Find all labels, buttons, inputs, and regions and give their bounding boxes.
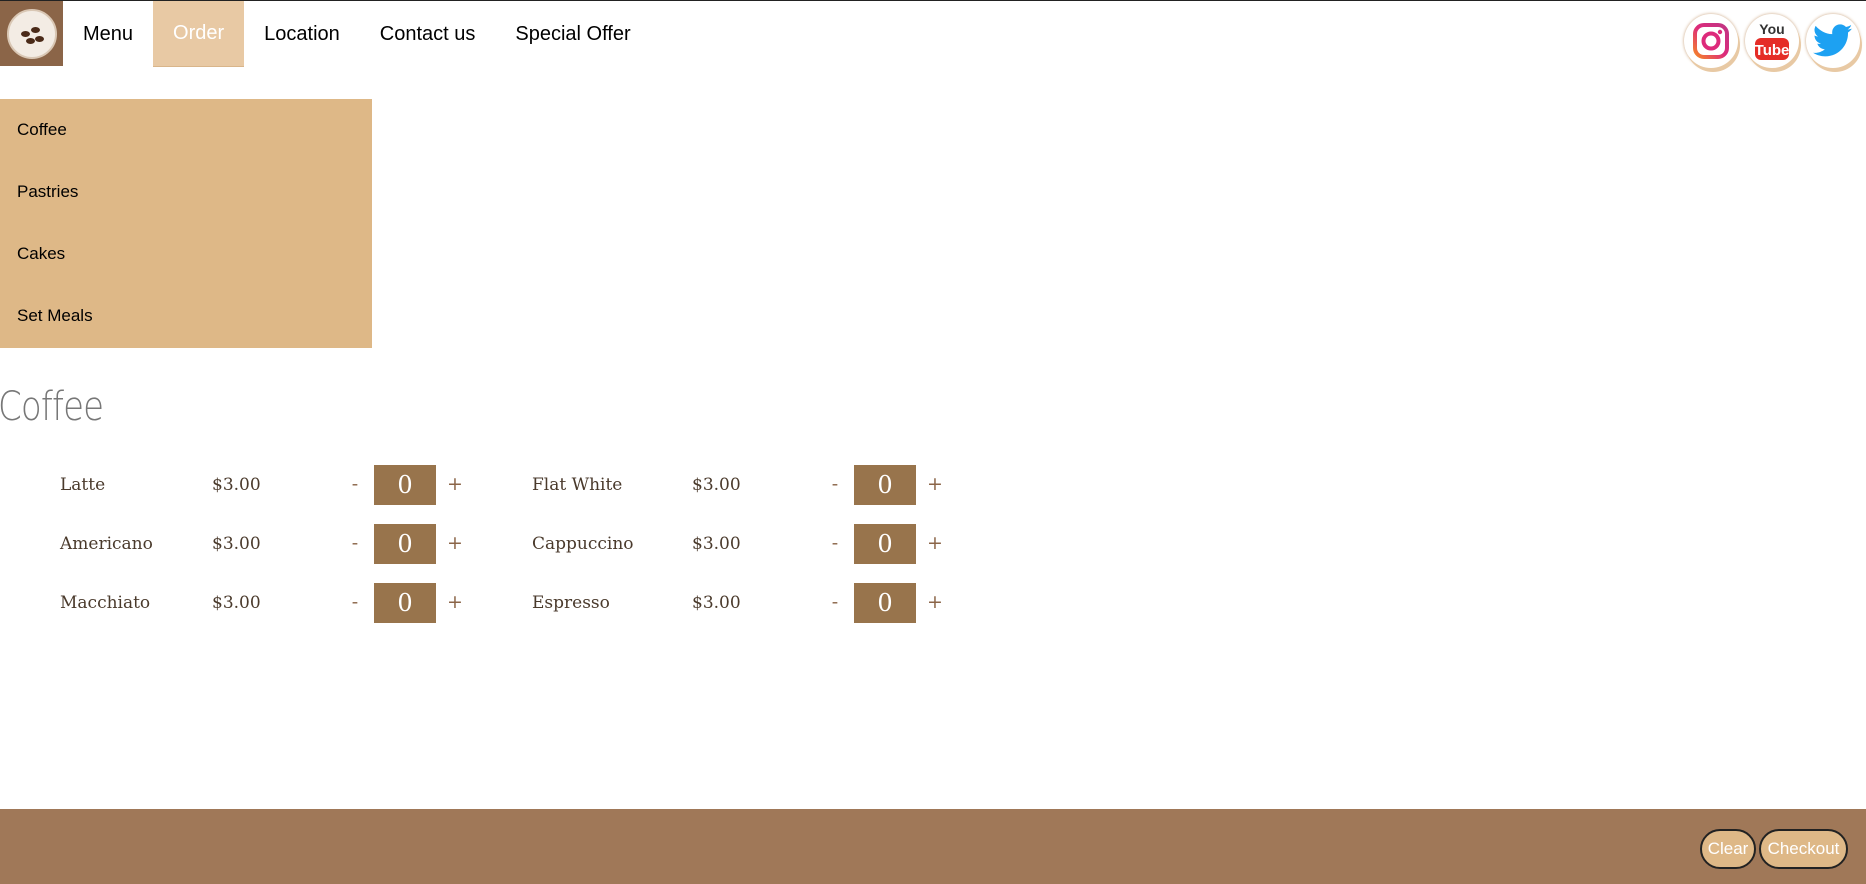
footer-bar: Clear Checkout xyxy=(0,809,1866,884)
quantity-field[interactable]: 0 xyxy=(374,583,436,623)
nav-contact-us[interactable]: Contact us xyxy=(360,1,496,67)
svg-text:You: You xyxy=(1759,21,1784,37)
category-pastries[interactable]: Pastries xyxy=(0,161,372,223)
coffee-beans-icon xyxy=(6,8,57,59)
product-price: $3.00 xyxy=(212,593,261,613)
quantity-field[interactable]: 0 xyxy=(374,465,436,505)
product-name: Flat White xyxy=(532,475,623,495)
product-row: Macchiato $3.00 - 0 + xyxy=(60,583,480,623)
nav-order[interactable]: Order xyxy=(153,1,245,67)
quantity-field[interactable]: 0 xyxy=(854,583,916,623)
decrement-button[interactable]: - xyxy=(825,583,845,621)
decrement-button[interactable]: - xyxy=(345,524,365,562)
increment-button[interactable]: + xyxy=(445,465,465,503)
product-name: Espresso xyxy=(532,593,610,613)
nav-menu[interactable]: Menu xyxy=(63,1,153,67)
product-row: Latte $3.00 - 0 + xyxy=(60,465,480,505)
increment-button[interactable]: + xyxy=(445,583,465,621)
logo[interactable] xyxy=(0,1,63,66)
category-menu: Coffee Pastries Cakes Set Meals xyxy=(0,99,372,348)
product-name: Macchiato xyxy=(60,593,151,613)
main-nav: Menu Order Location Contact us Special O… xyxy=(0,1,651,67)
product-price: $3.00 xyxy=(692,593,741,613)
increment-button[interactable]: + xyxy=(445,524,465,562)
quantity-field[interactable]: 0 xyxy=(854,465,916,505)
category-cakes[interactable]: Cakes xyxy=(0,223,372,285)
increment-button[interactable]: + xyxy=(925,524,945,562)
increment-button[interactable]: + xyxy=(925,465,945,503)
quantity-field[interactable]: 0 xyxy=(374,524,436,564)
product-row: Cappuccino $3.00 - 0 + xyxy=(532,524,952,564)
svg-text:Tube: Tube xyxy=(1755,42,1790,59)
product-price: $3.00 xyxy=(212,475,261,495)
twitter-icon[interactable] xyxy=(1806,14,1860,68)
product-row: Flat White $3.00 - 0 + xyxy=(532,465,952,505)
product-name: Americano xyxy=(60,534,153,554)
social-links: You Tube xyxy=(1684,14,1860,68)
decrement-button[interactable]: - xyxy=(825,465,845,503)
checkout-button[interactable]: Checkout xyxy=(1759,829,1848,869)
section-title: Coffee xyxy=(0,384,104,430)
product-row: Espresso $3.00 - 0 + xyxy=(532,583,952,623)
youtube-icon[interactable]: You Tube xyxy=(1745,14,1799,68)
decrement-button[interactable]: - xyxy=(825,524,845,562)
product-price: $3.00 xyxy=(692,475,741,495)
increment-button[interactable]: + xyxy=(925,583,945,621)
product-price: $3.00 xyxy=(212,534,261,554)
clear-button[interactable]: Clear xyxy=(1700,829,1756,869)
category-set-meals[interactable]: Set Meals xyxy=(0,285,372,347)
nav-special-offer[interactable]: Special Offer xyxy=(495,1,650,67)
nav-location[interactable]: Location xyxy=(244,1,360,67)
product-name: Cappuccino xyxy=(532,534,634,554)
instagram-icon[interactable] xyxy=(1684,14,1738,68)
quantity-field[interactable]: 0 xyxy=(854,524,916,564)
decrement-button[interactable]: - xyxy=(345,465,365,503)
product-row: Americano $3.00 - 0 + xyxy=(60,524,480,564)
decrement-button[interactable]: - xyxy=(345,583,365,621)
product-name: Latte xyxy=(60,475,106,495)
product-price: $3.00 xyxy=(692,534,741,554)
category-coffee[interactable]: Coffee xyxy=(0,99,372,161)
